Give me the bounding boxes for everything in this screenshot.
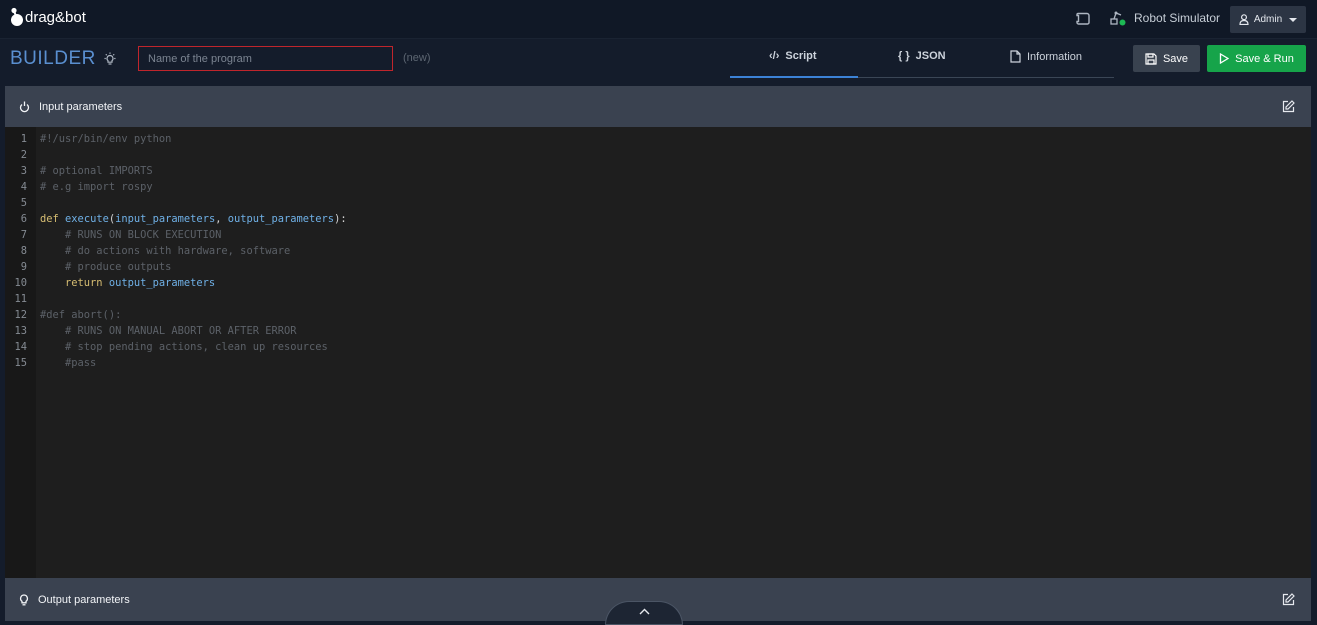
lightbulb-icon[interactable] — [103, 52, 117, 71]
builder-toolbar: BUILDER (new) ‹/› Script { } JSON Inform… — [0, 39, 1317, 86]
tab-json-label: JSON — [915, 50, 946, 62]
line-number: 13 — [14, 325, 27, 337]
edit-output-parameters-icon[interactable] — [1282, 593, 1295, 609]
code-text: # stop pending actions, clean up resourc… — [40, 341, 328, 353]
code-text: #pass — [40, 357, 97, 369]
code-text: # RUNS ON MANUAL ABORT OR AFTER ERROR — [40, 325, 297, 337]
line-number: 7 — [20, 229, 27, 241]
line-number: 10 — [14, 277, 27, 289]
code-icon: ‹/› — [769, 50, 780, 62]
notification-icon[interactable] — [1076, 11, 1091, 31]
line-number: 8 — [20, 245, 27, 257]
tab-information-label: Information — [1027, 50, 1083, 63]
keyword-def: def — [40, 213, 59, 225]
braces-icon: { } — [898, 50, 910, 62]
code-text: # produce outputs — [40, 261, 172, 273]
robot-simulator-link[interactable]: Robot Simulator — [1110, 10, 1220, 26]
lightbulb-outline-icon — [19, 593, 29, 606]
user-menu-button[interactable]: Admin — [1230, 6, 1306, 33]
chevron-down-icon — [1289, 17, 1298, 22]
brand-logo[interactable]: drag&bot — [10, 7, 86, 27]
line-number: 11 — [14, 293, 27, 305]
param-input: input_parameters — [115, 213, 216, 225]
input-parameters-header[interactable]: Input parameters — [5, 86, 1311, 127]
line-number: 3 — [20, 165, 27, 177]
code-text: #def abort(): — [40, 309, 122, 321]
edit-input-parameters-icon[interactable] — [1282, 100, 1295, 116]
line-number: 6 — [20, 213, 27, 225]
tab-information[interactable]: Information — [1010, 50, 1082, 63]
floppy-disk-icon — [1145, 52, 1157, 65]
expand-panel-button[interactable] — [605, 601, 683, 625]
drag-bot-logo-icon — [11, 7, 23, 26]
output-parameters-title: Output parameters — [38, 593, 130, 606]
program-status: (new) — [403, 52, 431, 64]
user-icon — [1239, 14, 1249, 25]
code-text: # do actions with hardware, software — [40, 245, 291, 257]
save-button[interactable]: Save — [1133, 45, 1200, 72]
tab-json[interactable]: { } JSON — [898, 50, 946, 62]
return-value: output_parameters — [108, 277, 216, 289]
save-button-label: Save — [1162, 52, 1189, 65]
line-number: 15 — [14, 357, 27, 369]
brand-name: drag&bot — [25, 8, 86, 26]
input-parameters-title: Input parameters — [39, 100, 123, 113]
code-editor[interactable]: 1 #!/usr/bin/env python 2 3 # optional IMP… — [5, 127, 1311, 578]
code-text: # optional IMPORTS — [40, 165, 153, 177]
tab-script[interactable]: ‹/› Script — [769, 50, 817, 62]
code-text: # RUNS ON BLOCK EXECUTION — [40, 229, 222, 241]
function-name: execute — [65, 213, 109, 225]
param-output: output_parameters — [227, 213, 335, 225]
line-number: 2 — [20, 149, 27, 161]
robot-simulator-label: Robot Simulator — [1134, 11, 1221, 25]
tab-script-label: Script — [785, 50, 817, 62]
editor-tabs: ‹/› Script { } JSON Information — [730, 39, 1114, 78]
line-number: 9 — [20, 261, 27, 273]
active-tab-indicator — [730, 76, 858, 78]
line-number: 4 — [20, 181, 27, 193]
play-icon — [1219, 53, 1230, 64]
document-icon — [1010, 50, 1021, 63]
keyword-return: return — [65, 277, 103, 289]
line-number: 5 — [20, 197, 27, 209]
page-title: BUILDER — [10, 48, 96, 69]
chevron-up-icon — [639, 608, 649, 615]
line-number: 12 — [14, 309, 27, 321]
top-navbar: drag&bot Robot Simulator Admin — [0, 0, 1317, 39]
robot-arm-icon — [1110, 11, 1126, 26]
user-label: Admin — [1253, 14, 1283, 25]
program-name-input[interactable] — [138, 46, 393, 71]
code-text: # e.g import rospy — [40, 181, 153, 193]
line-number: 14 — [14, 341, 27, 353]
save-and-run-button[interactable]: Save & Run — [1207, 45, 1306, 72]
save-and-run-label: Save & Run — [1235, 52, 1294, 65]
line-number: 1 — [20, 133, 27, 145]
power-icon — [19, 101, 30, 113]
code-text: #!/usr/bin/env python — [40, 133, 172, 145]
